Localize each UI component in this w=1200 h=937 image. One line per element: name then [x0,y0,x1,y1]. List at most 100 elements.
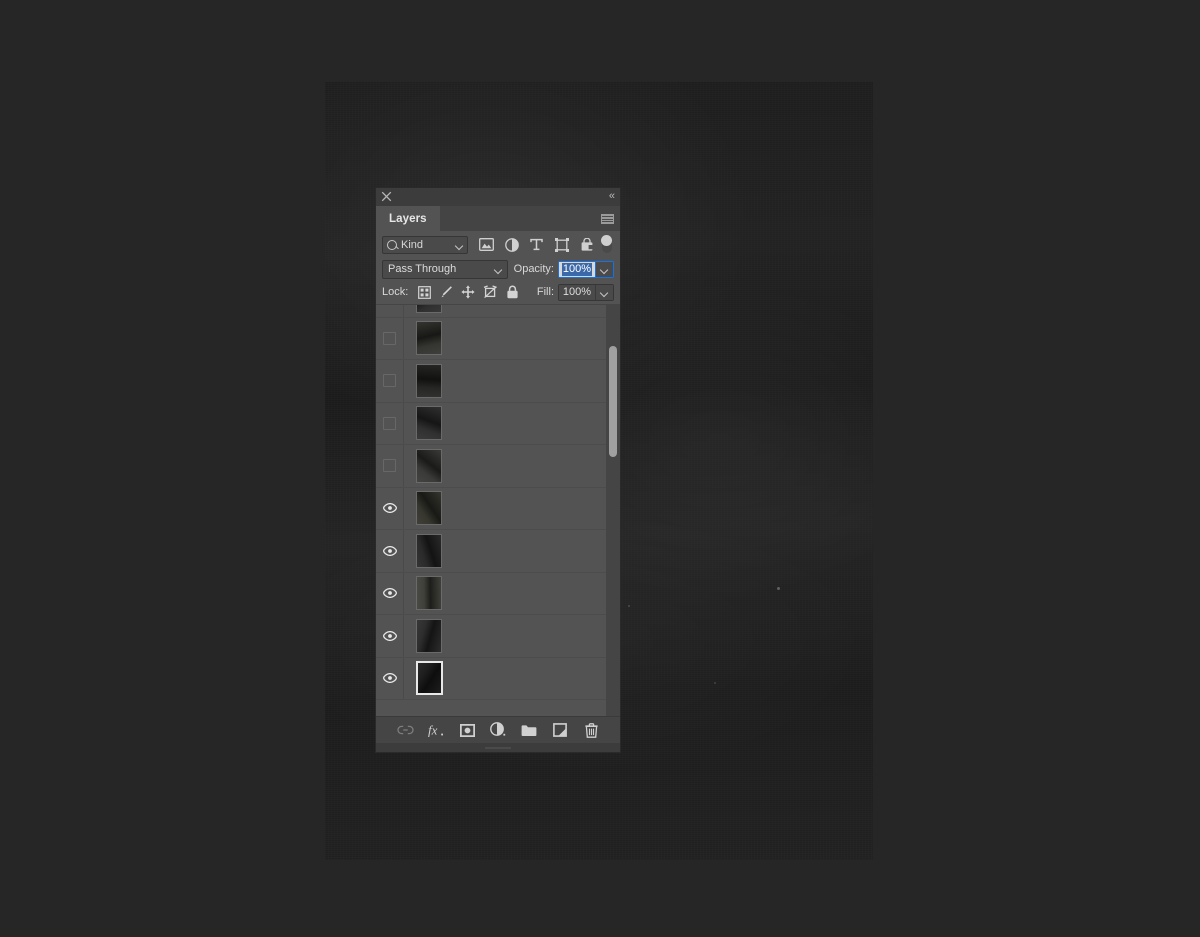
panel-resize-grip[interactable] [376,743,620,752]
layer-thumbnail[interactable] [416,305,442,313]
opacity-field[interactable]: 100% [558,261,614,278]
layer-visibility-toggle-off[interactable] [376,305,404,317]
visibility-off-box [383,332,396,345]
blend-mode-select[interactable]: Pass Through [382,260,508,279]
layer-thumbnail-cell[interactable] [404,305,454,313]
lock-image-pixels-icon[interactable] [435,283,457,301]
layer-thumbnail-cell[interactable] [404,406,454,440]
layer-visibility-toggle-off[interactable] [376,445,404,487]
layer-thumbnail[interactable] [416,534,442,568]
tab-layers-label: Layers [389,213,427,225]
chevron-down-icon [601,267,608,271]
close-icon[interactable] [381,191,392,202]
filter-smart-object-layers-icon[interactable] [574,235,599,255]
chevron-down-icon [456,243,463,247]
new-adjustment-layer-icon[interactable] [489,721,507,739]
layer-visibility-toggle-off[interactable] [376,318,404,360]
toggle-track [602,236,612,253]
layer-thumbnail-cell[interactable] [404,661,454,695]
layer-thumbnail-cell[interactable] [404,491,454,525]
filter-adjustment-layers-icon[interactable] [499,235,524,255]
layer-thumbnail-cell[interactable] [404,364,454,398]
filter-icon-group [474,235,612,255]
delete-layer-icon[interactable] [582,721,600,739]
layer-row[interactable] [376,573,606,616]
layer-row[interactable] [376,658,606,701]
layer-thumbnail-cell[interactable] [404,576,454,610]
layers-panel[interactable]: « Layers Kind [376,188,620,752]
layer-visibility-eye-icon[interactable] [376,530,404,572]
layer-thumbnail[interactable] [416,364,442,398]
menu-line [602,219,613,220]
double-chevron-left-icon[interactable]: « [609,191,614,202]
layer-thumbnail-cell[interactable] [404,534,454,568]
opacity-value: 100% [562,263,592,276]
filter-pixel-layers-icon[interactable] [474,235,499,255]
visibility-off-box [383,374,396,387]
layer-thumbnail[interactable] [416,619,442,653]
layer-thumbnail-cell[interactable] [404,321,454,355]
layer-thumbnail[interactable] [416,661,443,695]
layer-thumbnail[interactable] [416,406,442,440]
lock-position-icon[interactable] [457,283,479,301]
layer-visibility-toggle-off[interactable] [376,360,404,402]
opacity-input[interactable]: 100% [559,262,595,277]
opacity-label: Opacity: [514,263,554,275]
link-layers-icon[interactable] [396,721,414,739]
lock-artboard-nesting-icon[interactable] [479,283,501,301]
tab-layers[interactable]: Layers [376,206,440,231]
layer-visibility-toggle-off[interactable] [376,403,404,445]
layer-thumbnail[interactable] [416,321,442,355]
fill-field[interactable]: 100% [558,284,614,301]
layer-styles-fx-icon[interactable]: fx [427,721,445,739]
add-layer-mask-icon[interactable] [458,721,476,739]
layer-thumbnail-cell[interactable] [404,449,454,483]
layer-visibility-eye-icon[interactable] [376,573,404,615]
panel-body: Kind [376,231,620,752]
layer-row[interactable] [376,530,606,573]
visibility-off-box [383,417,396,430]
new-layer-icon[interactable] [551,721,569,739]
fill-stepper-button[interactable] [595,285,613,300]
panel-menu-icon[interactable] [601,214,614,224]
blend-mode-label: Pass Through [388,263,495,275]
lock-transparent-pixels-icon[interactable] [413,283,435,301]
filter-kind-select[interactable]: Kind [382,236,468,254]
layer-thumbnail[interactable] [416,576,442,610]
new-group-icon[interactable] [520,721,538,739]
layer-visibility-eye-icon[interactable] [376,615,404,657]
canvas-speck [714,682,716,684]
layer-thumbnail[interactable] [416,449,442,483]
filter-kind-label: Kind [401,239,456,251]
layer-list-scrollbar[interactable] [606,305,620,716]
layer-list[interactable] [376,305,606,716]
layer-row[interactable] [376,305,606,318]
panel-tabbar: Layers [376,206,620,231]
fill-value: 100% [563,286,591,298]
filter-enable-toggle[interactable] [601,235,612,255]
layer-row[interactable] [376,615,606,658]
menu-line [602,216,613,217]
layer-row[interactable] [376,360,606,403]
layer-visibility-eye-icon[interactable] [376,488,404,530]
lock-all-icon[interactable] [501,283,523,301]
layer-row[interactable] [376,445,606,488]
layer-thumbnail-cell[interactable] [404,619,454,653]
fill-label: Fill: [537,286,554,298]
layer-row[interactable] [376,488,606,531]
filter-type-layers-icon[interactable] [524,235,549,255]
menu-line [602,221,613,222]
layer-thumbnail[interactable] [416,491,442,525]
layer-row[interactable] [376,403,606,446]
search-icon [387,240,397,250]
photoshop-workspace: « Layers Kind [0,0,1200,937]
opacity-stepper-button[interactable] [595,262,613,277]
blend-mode-row: Pass Through Opacity: 100% [376,258,620,280]
filter-shape-layers-icon[interactable] [549,235,574,255]
fill-input[interactable]: 100% [559,285,595,300]
layer-list-container [376,304,620,716]
layer-visibility-eye-icon[interactable] [376,658,404,700]
chevron-down-icon [601,290,608,294]
scrollbar-thumb[interactable] [609,346,617,457]
layer-row[interactable] [376,318,606,361]
